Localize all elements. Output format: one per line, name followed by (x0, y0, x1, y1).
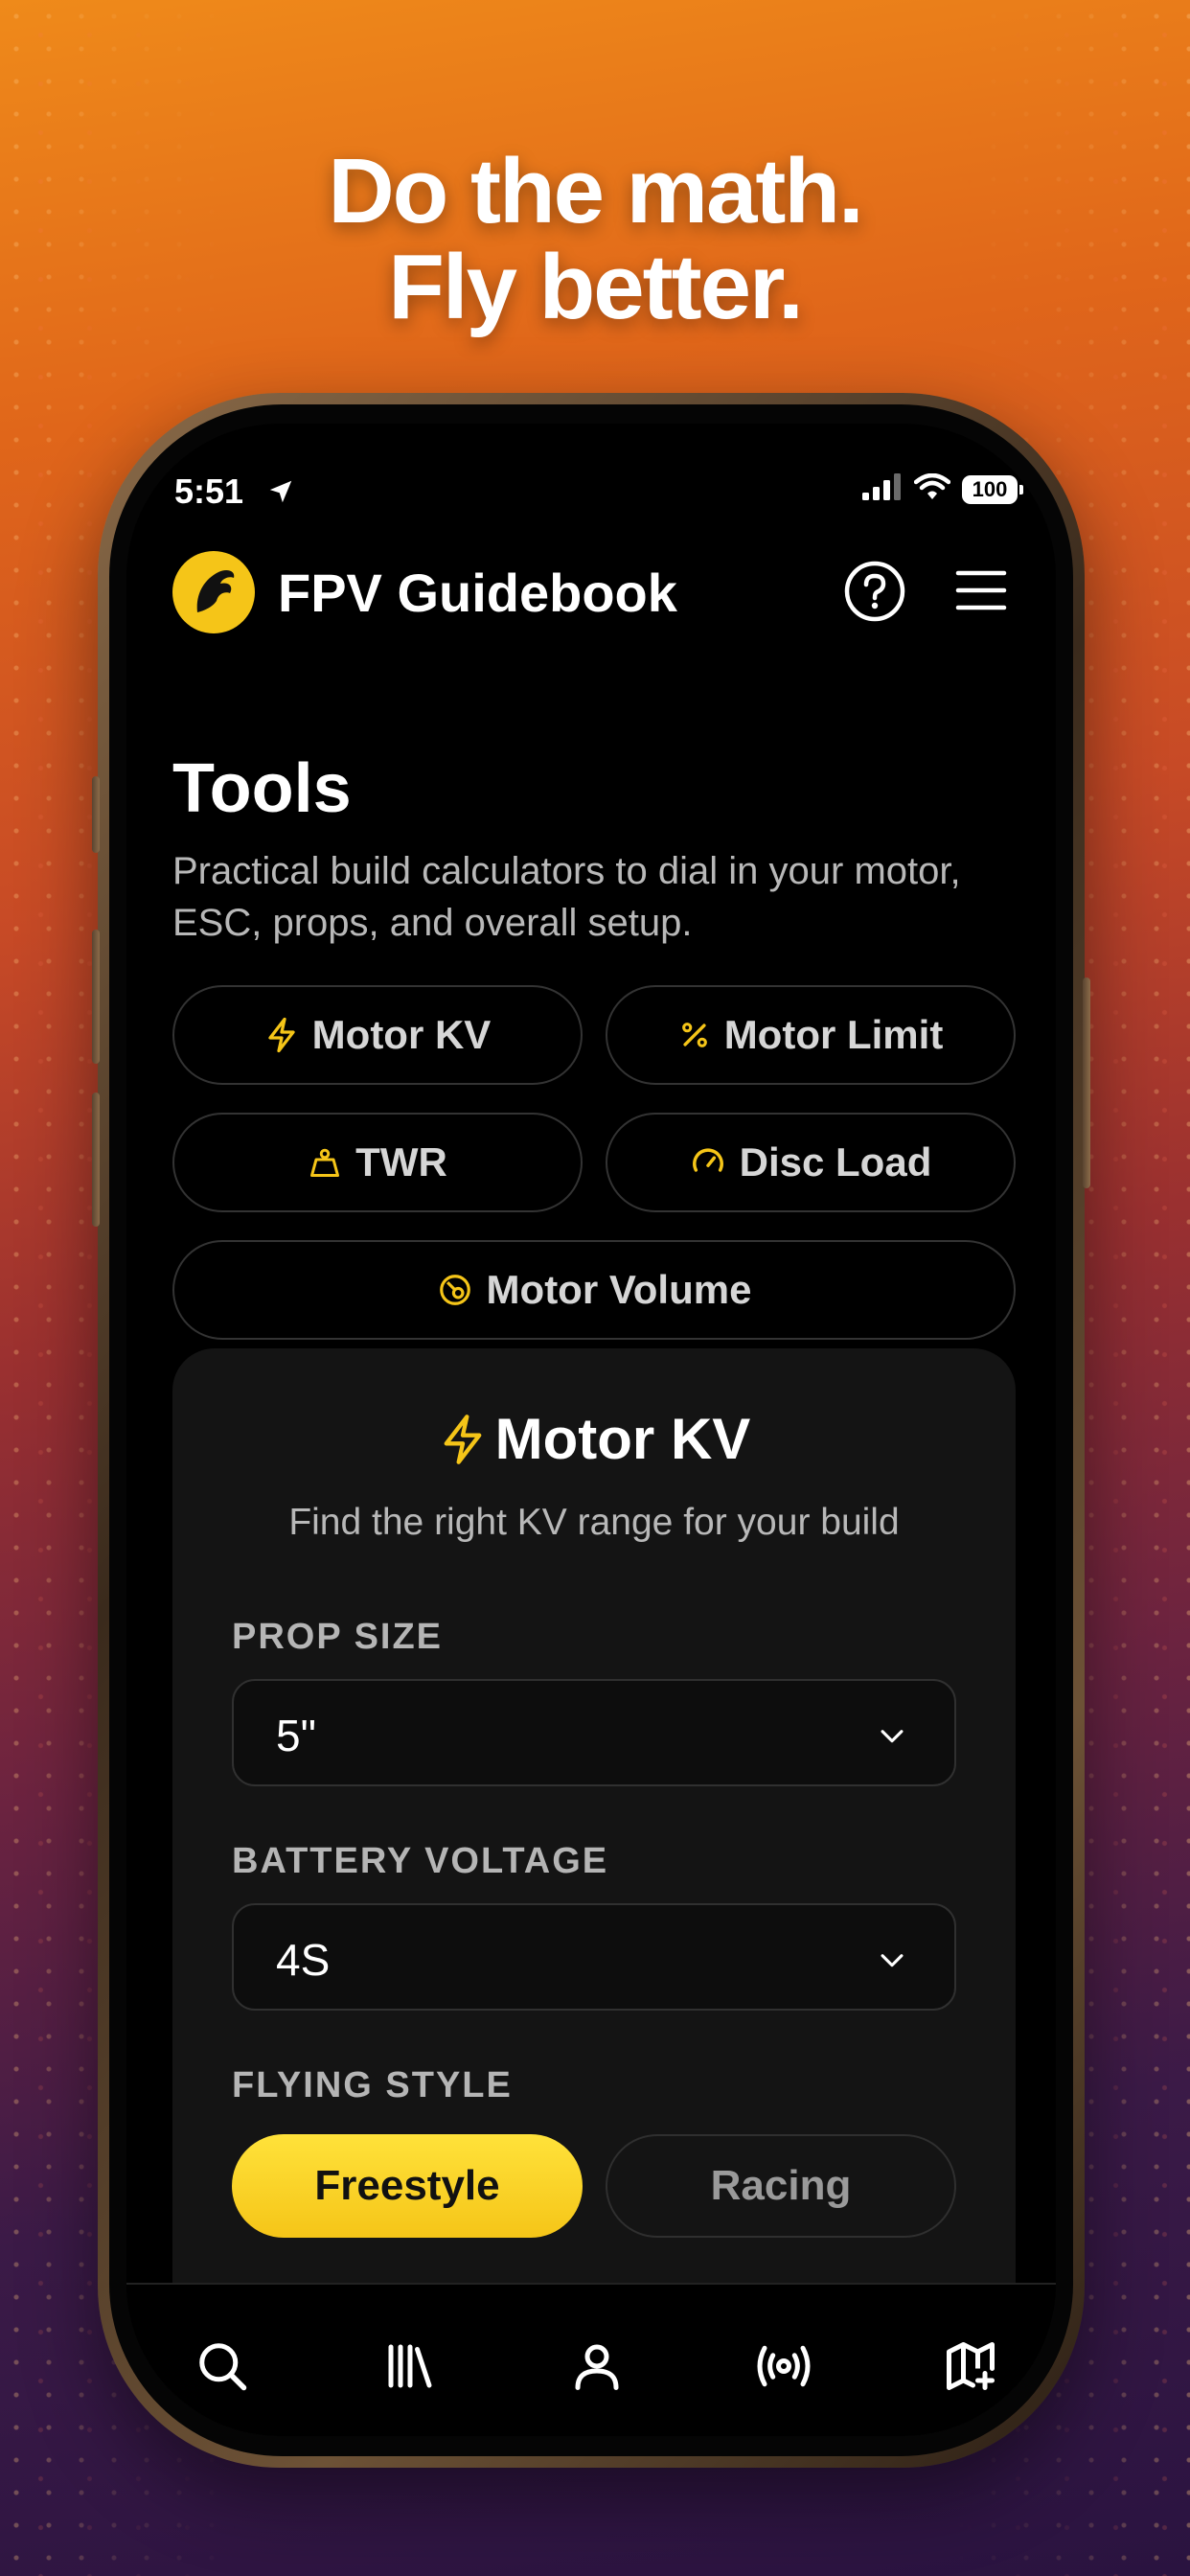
library-icon (388, 2344, 432, 2388)
chip-label: Motor Volume (486, 1267, 752, 1312)
battery-voltage-label: BATTERY VOLTAGE (232, 1841, 609, 1881)
weight-icon (310, 1148, 340, 1177)
prop-size-label: PROP SIZE (232, 1617, 444, 1657)
power-button (1083, 978, 1090, 1188)
tab-map[interactable] (937, 2333, 1004, 2400)
menu-button[interactable] (952, 562, 1010, 619)
tab-library[interactable] (377, 2333, 444, 2400)
tool-chip-twr[interactable]: TWR (172, 1113, 583, 1212)
signal-icon (862, 473, 903, 505)
tab-search[interactable] (189, 2333, 256, 2400)
tool-chip-motor-volume[interactable]: Motor Volume (172, 1240, 1016, 1340)
calculator-title-text: Motor KV (494, 1407, 751, 1471)
flying-style-racing[interactable]: Racing (606, 2134, 956, 2238)
search-icon (199, 2343, 247, 2391)
prop-size-value: 5" (276, 1711, 316, 1760)
headline-line-2: Fly better. (388, 236, 803, 338)
app-screen: 5:51 100 FPV Guidebook Tools Practical b… (126, 424, 1056, 2436)
battery-voltage-select[interactable]: 4S (232, 1903, 956, 2011)
motor-icon (439, 1275, 470, 1305)
broadcast-icon (757, 2345, 811, 2387)
calculator-subtitle: Find the right KV range for your build (288, 1502, 900, 1543)
volume-up-button (92, 930, 100, 1064)
hamburger-menu-icon (955, 570, 1007, 610)
chip-label: Motor Limit (723, 1012, 944, 1057)
logo-mark-icon (196, 570, 235, 612)
wifi-icon (913, 472, 951, 505)
tab-profile[interactable] (563, 2333, 630, 2400)
tool-chip-motor-limit[interactable]: Motor Limit (606, 985, 1016, 1085)
help-button[interactable] (843, 560, 906, 623)
volume-down-button (92, 1092, 100, 1227)
battery-indicator: 100 (962, 474, 1023, 504)
help-icon (844, 561, 905, 622)
chevron-down-icon (881, 1730, 904, 1743)
phone-frame: 5:51 100 FPV Guidebook Tools Practical b… (92, 393, 1090, 2468)
chevron-down-icon (881, 1954, 904, 1967)
map-add-icon (947, 2342, 995, 2390)
bolt-icon (268, 1017, 295, 1053)
headline-line-1: Do the math. (328, 140, 863, 242)
chip-label: Disc Load (739, 1139, 932, 1184)
chip-label: Motor KV (311, 1012, 492, 1057)
tool-chip-motor-kv[interactable]: Motor KV (172, 985, 583, 1085)
bottom-tab-bar (126, 2283, 1056, 2436)
calculator-title: Motor KV (172, 1406, 1016, 1472)
tool-chip-disc-load[interactable]: Disc Load (606, 1113, 1016, 1212)
flying-style-label: FLYING STYLE (232, 2065, 513, 2105)
motor-kv-calculator-card: Motor KV Find the right KV range for you… (172, 1348, 1016, 2436)
prop-size-select[interactable]: 5" (232, 1679, 956, 1786)
bolt-icon (444, 1414, 482, 1464)
app-bar: FPV Guidebook (172, 548, 1010, 634)
page-title: Tools (172, 750, 352, 827)
app-logo[interactable] (172, 551, 255, 633)
battery-voltage-value: 4S (276, 1935, 331, 1985)
promo-headline: Do the math. Fly better. (0, 144, 1190, 335)
percent-icon (681, 1023, 707, 1047)
gauge-icon (692, 1148, 723, 1172)
flying-style-freestyle[interactable]: Freestyle (232, 2134, 583, 2238)
tab-broadcast[interactable] (750, 2333, 817, 2400)
profile-icon (575, 2344, 619, 2390)
status-time: 5:51 (174, 472, 244, 511)
location-arrow-icon (266, 477, 295, 511)
app-title: FPV Guidebook (278, 563, 677, 623)
status-bar: 5:51 100 (174, 472, 1023, 519)
chip-label: TWR (355, 1139, 447, 1184)
page-description: Practical build calculators to dial in y… (172, 850, 961, 944)
action-button (92, 776, 100, 853)
status-indicators: 100 (862, 472, 1023, 505)
